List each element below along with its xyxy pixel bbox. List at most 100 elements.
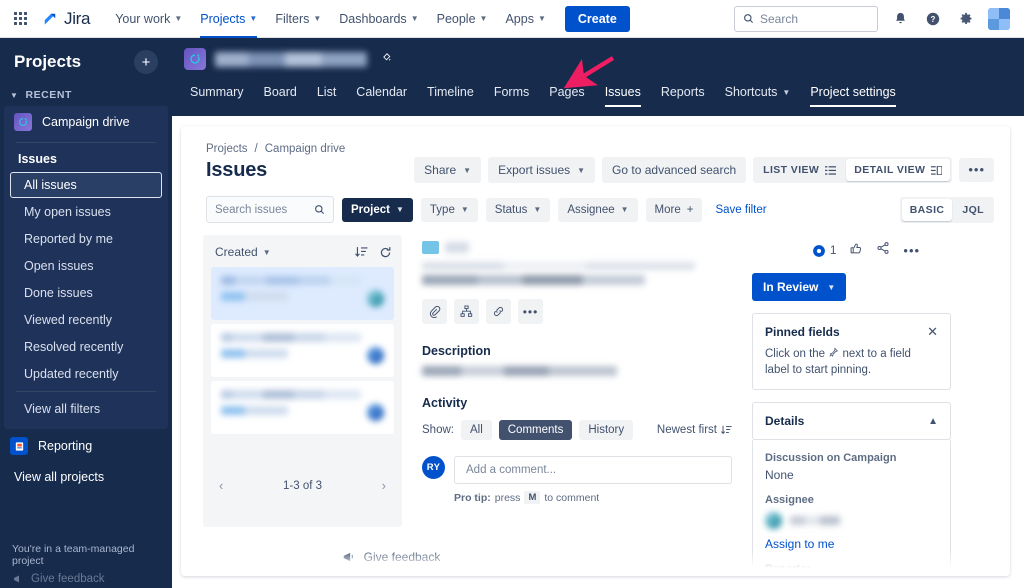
tab-board[interactable]: Board [253, 85, 306, 107]
attach-icon[interactable] [422, 299, 447, 324]
tab-reports[interactable]: Reports [651, 85, 715, 107]
watch-icon[interactable]: 1 [812, 244, 836, 258]
jira-issues-page: Jira Your work ▼ Projects ▼ Filters ▼ Da… [0, 0, 1024, 588]
chevron-left-icon[interactable]: ‹ [219, 478, 223, 493]
status-dropdown-button[interactable]: In Review ▼ [752, 273, 846, 301]
sidebar-item-viewed-recently[interactable]: Viewed recently [10, 307, 162, 333]
jql-mode-button[interactable]: JQL [954, 199, 992, 221]
tab-calendar[interactable]: Calendar [346, 85, 417, 107]
chevron-right-icon[interactable]: › [382, 478, 386, 493]
activity-filter-history[interactable]: History [579, 420, 633, 440]
save-filter-link[interactable]: Save filter [710, 204, 771, 216]
sidebar-project-campaign-drive[interactable]: Campaign drive [4, 106, 168, 138]
chevron-down-icon: ▼ [263, 248, 271, 257]
tab-shortcuts[interactable]: Shortcuts ▼ [715, 85, 801, 107]
filter-type-button[interactable]: Type ▼ [421, 198, 478, 222]
issue-list-item[interactable] [211, 381, 394, 434]
brand-text: Jira [64, 9, 90, 29]
filter-status-button[interactable]: Status ▼ [486, 198, 551, 222]
advanced-search-button[interactable]: Go to advanced search [602, 157, 746, 183]
activity-filter-all[interactable]: All [461, 420, 492, 440]
settings-icon[interactable] [955, 8, 977, 30]
show-label: Show: [422, 424, 454, 436]
tab-issues[interactable]: Issues [595, 85, 651, 107]
notifications-icon[interactable] [889, 8, 911, 30]
comment-input[interactable]: Add a comment... [454, 456, 732, 484]
sidebar-give-feedback[interactable]: Give feedback [12, 573, 160, 585]
list-view-toggle[interactable]: LIST VIEW [755, 159, 844, 181]
sidebar-item-my-open-issues[interactable]: My open issues [10, 199, 162, 225]
nav-filters[interactable]: Filters ▼ [266, 0, 330, 38]
create-button[interactable]: Create [565, 6, 630, 32]
sort-descending-icon[interactable] [355, 246, 368, 258]
refresh-icon[interactable] [379, 246, 392, 259]
sidebar-item-view-all-filters[interactable]: View all filters [10, 396, 162, 422]
profile-avatar[interactable] [988, 8, 1010, 30]
field-value-discussion[interactable]: None [765, 468, 938, 482]
nav-people[interactable]: People ▼ [428, 0, 497, 38]
nav-apps[interactable]: Apps ▼ [496, 0, 554, 38]
sidebar-give-feedback-label: Give feedback [31, 573, 105, 585]
tab-pages[interactable]: Pages [539, 85, 594, 107]
nav-dashboards[interactable]: Dashboards ▼ [330, 0, 427, 38]
svg-text:?: ? [931, 15, 936, 24]
app-switcher-icon[interactable] [10, 8, 31, 29]
more-icon[interactable]: ••• [518, 299, 543, 324]
filter-assignee-button[interactable]: Assignee ▼ [558, 198, 637, 222]
sidebar-item-view-all-projects[interactable]: View all projects [0, 463, 172, 491]
chevron-up-icon[interactable]: ▲ [928, 416, 938, 427]
tab-forms[interactable]: Forms [484, 85, 539, 107]
nav-your-work[interactable]: Your work ▼ [106, 0, 191, 38]
sidebar-item-all-issues[interactable]: All issues [10, 172, 162, 198]
child-issue-icon[interactable] [454, 299, 479, 324]
edit-project-color-icon[interactable] [380, 50, 393, 68]
global-search-input[interactable]: Search [734, 6, 878, 32]
sidebar-footer-note: You're in a team-managed project [12, 543, 160, 573]
share-button[interactable]: Share ▼ [414, 157, 481, 183]
assign-to-me-link[interactable]: Assign to me [765, 537, 938, 551]
activity-filter-comments[interactable]: Comments [499, 420, 573, 440]
basic-mode-button[interactable]: BASIC [902, 199, 953, 221]
breadcrumb-projects[interactable]: Projects [206, 143, 248, 155]
sidebar-item-resolved-recently[interactable]: Resolved recently [10, 334, 162, 360]
filter-project-button[interactable]: Project ▼ [342, 198, 413, 222]
issue-list-item[interactable] [211, 324, 394, 377]
sidebar-item-open-issues[interactable]: Open issues [10, 253, 162, 279]
more-icon[interactable]: ••• [903, 243, 920, 258]
comment-placeholder: Add a comment... [466, 464, 556, 476]
close-icon[interactable]: ✕ [927, 327, 938, 337]
add-project-button[interactable]: + [134, 50, 158, 74]
breadcrumb-campaign-drive[interactable]: Campaign drive [265, 143, 346, 155]
search-issues-input[interactable]: Search issues [206, 196, 334, 223]
activity-heading: Activity [422, 396, 732, 410]
tab-summary[interactable]: Summary [180, 85, 253, 107]
project-avatar-icon [14, 113, 32, 131]
sidebar-section-recent[interactable]: ▼ RECENT [0, 82, 172, 106]
filter-more-button[interactable]: More + [646, 198, 703, 222]
jira-logo[interactable]: Jira [41, 9, 90, 29]
tab-timeline[interactable]: Timeline [417, 85, 484, 107]
more-actions-button[interactable]: ••• [959, 158, 994, 182]
details-header[interactable]: Details ▲ [765, 414, 938, 428]
share-icon[interactable] [876, 241, 890, 260]
issue-list-item[interactable] [211, 267, 394, 320]
activity-sort-toggle[interactable]: Newest first [657, 424, 732, 436]
help-icon[interactable]: ? [922, 8, 944, 30]
tab-project-settings[interactable]: Project settings [800, 85, 905, 107]
field-value-assignee[interactable] [765, 512, 938, 529]
sidebar-item-done-issues[interactable]: Done issues [10, 280, 162, 306]
export-issues-button[interactable]: Export issues ▼ [488, 157, 595, 183]
sidebar-item-updated-recently[interactable]: Updated recently [10, 361, 162, 387]
nav-projects[interactable]: Projects ▼ [191, 0, 266, 38]
tab-list[interactable]: List [307, 85, 346, 107]
protip-suffix: to comment [544, 492, 599, 504]
give-feedback-button[interactable]: Give feedback [181, 550, 601, 564]
chevron-down-icon: ▼ [396, 205, 404, 214]
detail-view-toggle[interactable]: DETAIL VIEW [846, 159, 950, 181]
avatar: RY [422, 456, 445, 479]
sidebar-item-reporting[interactable]: Reporting [0, 429, 172, 463]
sort-field-dropdown[interactable]: Created ▼ [215, 245, 271, 259]
link-icon[interactable] [486, 299, 511, 324]
sidebar-item-reported-by-me[interactable]: Reported by me [10, 226, 162, 252]
vote-icon[interactable] [849, 241, 863, 260]
